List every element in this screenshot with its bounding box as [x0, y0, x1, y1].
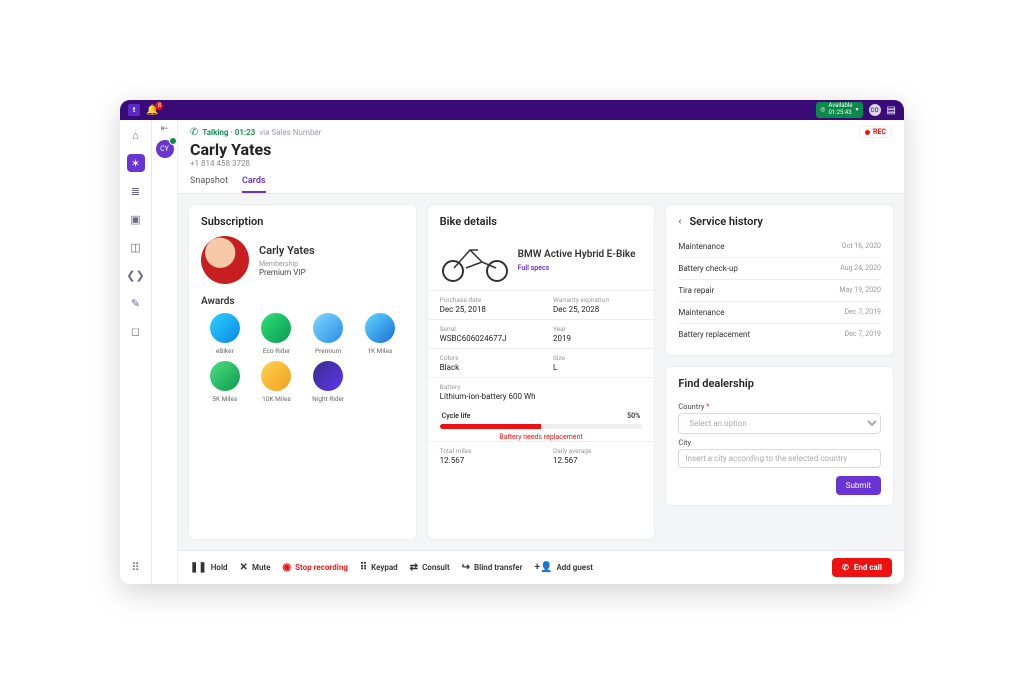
tab-cards[interactable]: Cards [242, 176, 266, 193]
award-eco-rider: Eco Rider [253, 313, 301, 355]
consult-button[interactable]: ⇄Consult [410, 562, 450, 573]
customer-name: Carly Yates [259, 244, 315, 257]
add-guest-button[interactable]: +👤Add guest [534, 562, 592, 573]
hold-button[interactable]: ❚❚Hold [190, 562, 228, 573]
service-row[interactable]: Battery replacementDec 7, 2019 [678, 323, 881, 345]
card-subscription: Subscription Carly Yates Membership Prem… [188, 204, 417, 540]
apps-icon[interactable]: ⠿ [127, 558, 145, 576]
target-icon: ◎ [820, 107, 825, 114]
panel-toggle-icon[interactable]: ▤ [887, 105, 896, 116]
rec-indicator: REC [859, 126, 892, 138]
hangup-icon: ✆ [842, 563, 849, 572]
city-label: City [678, 438, 881, 447]
end-call-button[interactable]: ✆End call [832, 558, 892, 577]
activity-icon[interactable]: ✶ [127, 154, 145, 172]
card-find-dealership: Find dealership Country Select an option… [665, 366, 894, 506]
city-input[interactable] [678, 449, 881, 468]
home-icon[interactable]: ⌂ [127, 126, 145, 144]
list-icon[interactable]: ≣ [127, 182, 145, 200]
dashboard-icon[interactable]: ◻ [127, 322, 145, 340]
blind-transfer-button[interactable]: ↪Blind transfer [462, 562, 523, 573]
bike-image [440, 236, 510, 284]
document-icon[interactable]: ◫ [127, 238, 145, 256]
call-header: ✆ Talking · 01:23 via Sales Number REC C… [178, 120, 904, 194]
service-title: Service history [689, 215, 762, 228]
mic-off-icon: ✕ [240, 562, 248, 573]
award-night-rider: Night Rider [304, 361, 352, 403]
app-logo[interactable]: t [128, 104, 140, 116]
cycle-label: Cycle life [442, 412, 471, 420]
subscription-title: Subscription [201, 215, 404, 228]
add-user-icon: +👤 [534, 562, 552, 573]
country-select[interactable]: Select an option [678, 413, 881, 434]
service-row[interactable]: MaintenanceOct 16, 2020 [678, 236, 881, 257]
transfer-icon: ↪ [462, 562, 470, 573]
contact-icon[interactable]: ▣ [127, 210, 145, 228]
customer-photo [201, 236, 249, 284]
cycle-bar [440, 424, 643, 429]
collapse-icon[interactable]: ⇤ [161, 124, 169, 134]
user-avatar[interactable]: CO [869, 104, 881, 116]
caller-name: Carly Yates [190, 140, 892, 159]
stop-icon: ◉ [282, 562, 291, 573]
bike-title: Bike details [440, 215, 643, 228]
keypad-icon: ⠿ [360, 562, 367, 573]
award-5k-miles: 5K Miles [201, 361, 249, 403]
tab-snapshot[interactable]: Snapshot [190, 176, 228, 193]
country-label: Country [678, 402, 881, 411]
phone-icon: ✆ [190, 127, 198, 138]
stop-recording-button[interactable]: ◉Stop recording [282, 562, 347, 573]
chevron-down-icon: ▾ [856, 107, 859, 114]
active-call-badge [169, 137, 177, 145]
submit-button[interactable]: Submit [836, 476, 881, 495]
membership-label: Membership [259, 260, 315, 268]
agent-status[interactable]: ◎ Available 01:25:43 ▾ [816, 102, 862, 117]
award-premium: Premium [304, 313, 352, 355]
membership-tier: Premium VIP [259, 268, 315, 277]
service-row[interactable]: Tira repairMay 19, 2020 [678, 279, 881, 301]
status-timer: 01:25:43 [828, 110, 852, 117]
mute-button[interactable]: ✕Mute [240, 562, 271, 573]
tabs: Snapshot Cards [190, 176, 892, 193]
service-row[interactable]: Battery check-upAug 24, 2020 [678, 257, 881, 279]
card-bike-details: Bike details BMW Active Hybrid E-Bike Fu… [427, 204, 656, 540]
bike-model: BMW Active Hybrid E-Bike [518, 249, 636, 261]
dealer-title: Find dealership [678, 377, 881, 390]
battery-warning: Battery needs replacement [440, 433, 643, 441]
app-window: t 🔔8 ◎ Available 01:25:43 ▾ CO ▤ ⌂ ✶ [120, 100, 904, 584]
awards-title: Awards [201, 296, 404, 307]
cycle-value: 50% [627, 412, 640, 420]
award-1k-miles: 1K Miles [356, 313, 404, 355]
back-icon[interactable]: ‹ [678, 216, 681, 227]
keypad-button[interactable]: ⠿Keypad [360, 562, 398, 573]
service-row[interactable]: MaintenanceDec 7, 2019 [678, 301, 881, 323]
code-icon[interactable]: ❮❯ [127, 266, 145, 284]
caller-avatar[interactable]: CY [156, 140, 174, 158]
notif-badge: 8 [155, 102, 163, 110]
titlebar: t 🔔8 ◎ Available 01:25:43 ▾ CO ▤ [120, 100, 904, 120]
award-grid: eBiker Eco Rider Premium 1K Miles 5K Mil… [201, 313, 404, 403]
caller-phone: +1 814 458 3728 [190, 159, 892, 168]
nav-rail: ⌂ ✶ ≣ ▣ ◫ ❮❯ ✎ ◻ ⠿ [120, 120, 152, 584]
award-ebiker: eBiker [201, 313, 249, 355]
call-via: via Sales Number [259, 128, 321, 137]
full-specs-link[interactable]: Full specs [518, 264, 636, 272]
consult-icon: ⇄ [410, 562, 418, 573]
pause-icon: ❚❚ [190, 562, 207, 573]
compose-icon[interactable]: ✎ [127, 294, 145, 312]
card-service-history: ‹ Service history MaintenanceOct 16, 2020… [665, 204, 894, 356]
bell-icon[interactable]: 🔔8 [146, 105, 158, 116]
award-10k-miles: 10K Miles [253, 361, 301, 403]
call-bar: ❚❚Hold ✕Mute ◉Stop recording ⠿Keypad ⇄Co… [178, 550, 904, 584]
thread-rail: ⇤ CY [152, 120, 178, 584]
